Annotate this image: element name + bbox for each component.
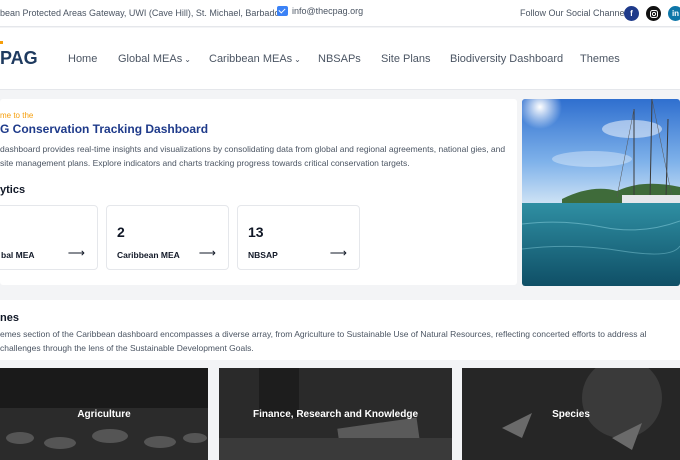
theme-tile-agriculture[interactable]: Agriculture xyxy=(0,368,208,460)
facebook-icon[interactable]: f xyxy=(624,6,639,21)
nav-global-meas[interactable]: Global MEAs ⌄ xyxy=(118,53,191,65)
email-icon xyxy=(277,6,288,16)
theme-tile-label: Agriculture xyxy=(77,408,131,420)
stat-label: Caribbean MEA xyxy=(117,250,180,260)
analytics-heading: ytics xyxy=(0,184,26,196)
stat-value: 2 xyxy=(117,224,125,240)
nav-site-plans[interactable]: Site Plans xyxy=(381,53,431,65)
theme-tile-label: Species xyxy=(552,408,590,420)
arrow-right-icon[interactable]: ⟶ xyxy=(330,246,347,260)
stat-card-global-mea[interactable]: bal MEA ⟶ xyxy=(0,205,98,270)
nav-home[interactable]: Home xyxy=(68,53,97,65)
stat-value: 13 xyxy=(248,224,264,240)
logo-accent xyxy=(0,41,3,44)
email-link[interactable]: info@thecpag.org xyxy=(277,6,363,16)
chevron-down-icon: ⌄ xyxy=(294,55,301,64)
nav-biodiversity-dashboard[interactable]: Biodiversity Dashboard xyxy=(450,53,563,65)
theme-tile-label: Finance, Research and Knowledge xyxy=(252,408,419,420)
email-text[interactable]: info@thecpag.org xyxy=(292,6,363,16)
follow-label: Follow Our Social Channels xyxy=(520,8,632,18)
theme-tile-species[interactable]: Species xyxy=(462,368,680,460)
linkedin-icon[interactable]: in xyxy=(668,6,680,21)
page-title: G Conservation Tracking Dashboard xyxy=(0,122,209,136)
page: bean Protected Areas Gateway, UWI (Cave … xyxy=(0,0,680,460)
themes-section: nes emes section of the Caribbean dashbo… xyxy=(0,300,680,360)
site-logo[interactable]: PAG xyxy=(0,48,38,69)
stat-label: bal MEA xyxy=(1,250,35,260)
stat-card-caribbean-mea[interactable]: 2 Caribbean MEA ⟶ xyxy=(106,205,229,270)
top-info-bar: bean Protected Areas Gateway, UWI (Cave … xyxy=(0,0,680,27)
theme-tile-finance-research-knowledge[interactable]: Finance, Research and Knowledge xyxy=(219,368,452,460)
address-text: bean Protected Areas Gateway, UWI (Cave … xyxy=(0,8,284,18)
nav-caribbean-meas[interactable]: Caribbean MEAs ⌄ xyxy=(209,53,301,65)
themes-heading: nes xyxy=(0,312,19,324)
arrow-right-icon[interactable]: ⟶ xyxy=(68,246,85,260)
harbor-photo xyxy=(522,99,680,286)
intro-description: dashboard provides real-time insights an… xyxy=(0,144,506,168)
instagram-icon[interactable] xyxy=(646,6,661,21)
stat-label: NBSAP xyxy=(248,250,278,260)
themes-description: emes section of the Caribbean dashboard … xyxy=(0,329,647,353)
dashboard-intro-card: me to the G Conservation Tracking Dashbo… xyxy=(0,99,517,285)
nav-nbsaps[interactable]: NBSAPs xyxy=(318,53,361,65)
main-navigation: PAG Home Global MEAs ⌄ Caribbean MEAs ⌄ NB… xyxy=(0,28,680,90)
welcome-text: me to the xyxy=(0,111,34,120)
arrow-right-icon[interactable]: ⟶ xyxy=(199,246,216,260)
stat-card-nbsap[interactable]: 13 NBSAP ⟶ xyxy=(237,205,360,270)
chevron-down-icon: ⌄ xyxy=(184,55,191,64)
nav-themes[interactable]: Themes xyxy=(580,53,620,65)
